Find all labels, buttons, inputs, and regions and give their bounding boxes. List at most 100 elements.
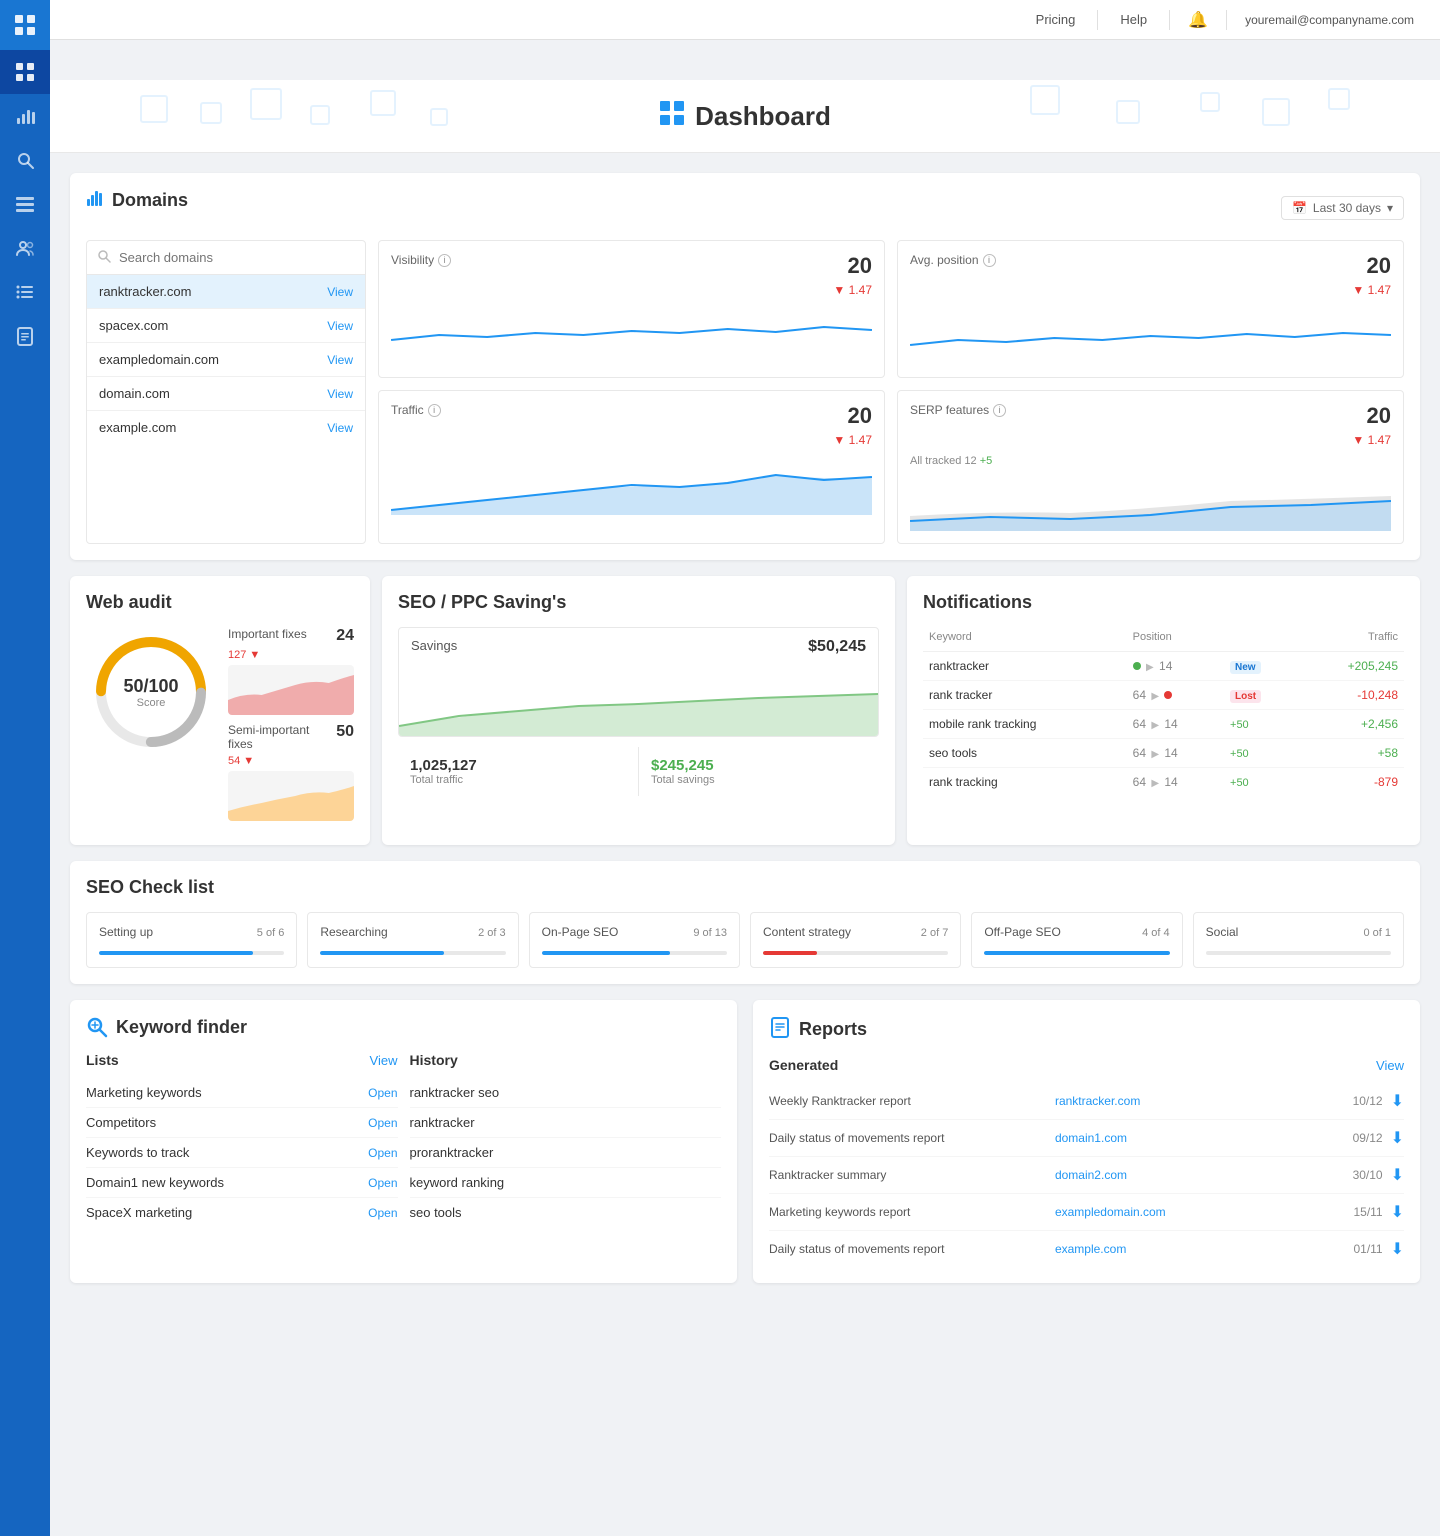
domain-row[interactable]: ranktracker.com View (87, 275, 365, 309)
rep-domain[interactable]: exampledomain.com (1055, 1205, 1263, 1219)
kf-history-item[interactable]: keyword ranking (410, 1168, 722, 1198)
avg-position-info-icon[interactable]: i (983, 254, 996, 267)
kf-history-item[interactable]: proranktracker (410, 1138, 722, 1168)
visibility-metric: Visibility i 20 ▼ 1.47 (378, 240, 885, 378)
domain-name: example.com (99, 420, 176, 435)
arrow-icon: ▶ (1146, 662, 1154, 673)
bottom-row: Keyword finder Lists View Marketing keyw… (70, 1000, 1420, 1283)
domain-row[interactable]: domain.com View (87, 377, 365, 411)
sidebar-item-users[interactable] (0, 226, 50, 270)
checklist-item-researching[interactable]: Researching 2 of 3 (307, 912, 518, 968)
notif-keyword: mobile rank tracking (923, 710, 1127, 739)
kf-list-name: Keywords to track (86, 1145, 189, 1160)
important-fixes-count: 24 (336, 627, 354, 645)
sidebar-logo[interactable] (0, 0, 50, 50)
checklist-title: SEO Check list (86, 877, 1404, 898)
domains-grid: ranktracker.com View spacex.com View exa… (86, 240, 1404, 544)
kf-open-marketing[interactable]: Open (368, 1086, 397, 1100)
sidebar-item-search[interactable] (0, 138, 50, 182)
check-social-bar (1206, 951, 1391, 955)
domain-view-link[interactable]: View (327, 387, 353, 401)
kf-open-keywords[interactable]: Open (368, 1146, 397, 1160)
calendar-icon: 📅 (1292, 201, 1307, 215)
check-off-page-progress: 4 of 4 (1142, 927, 1170, 939)
rep-domain[interactable]: domain1.com (1055, 1131, 1263, 1145)
domain-view-link[interactable]: View (327, 421, 353, 435)
domain-view-link[interactable]: View (327, 319, 353, 333)
bottom-panels: Web audit 50/100 Score (70, 576, 1420, 845)
domain-row[interactable]: spacex.com View (87, 309, 365, 343)
main-wrapper: Dashboard Domains (50, 40, 1440, 1303)
rep-domain[interactable]: example.com (1055, 1242, 1263, 1256)
dashboard-header: Dashboard (50, 80, 1440, 153)
lost-badge: Lost (1230, 690, 1261, 703)
nav-help[interactable]: Help (1106, 8, 1161, 31)
check-off-page-label: Off-Page SEO (984, 925, 1060, 939)
nav-pricing[interactable]: Pricing (1022, 8, 1090, 31)
sidebar-item-table[interactable] (0, 182, 50, 226)
arrow-icon: ▶ (1151, 720, 1159, 731)
kf-open-spacex[interactable]: Open (368, 1206, 397, 1220)
download-icon[interactable]: ⬇ (1391, 1091, 1404, 1111)
date-range-picker[interactable]: 📅 Last 30 days ▾ (1281, 196, 1404, 220)
ppc-stats: 1,025,127 Total traffic $245,245 Total s… (398, 747, 879, 796)
dot-icon (1164, 691, 1172, 699)
important-fixes-label: Important fixes (228, 627, 307, 645)
notif-col-position: Position (1127, 627, 1224, 652)
visibility-info-icon[interactable]: i (438, 254, 451, 267)
domain-name: domain.com (99, 386, 170, 401)
check-researching-fill (320, 951, 444, 955)
dashboard-title: Dashboard (695, 101, 831, 132)
notif-badge: +50 (1224, 710, 1298, 739)
sidebar-item-dashboard[interactable] (0, 50, 50, 94)
semi-fixes-count: 50 (336, 723, 354, 751)
checklist-item-setting-up[interactable]: Setting up 5 of 6 (86, 912, 297, 968)
kf-open-domain1[interactable]: Open (368, 1176, 397, 1190)
ppc-savings-total-value: $245,245 (651, 757, 867, 774)
domain-row[interactable]: example.com View (87, 411, 365, 444)
sidebar-item-analytics[interactable] (0, 94, 50, 138)
download-icon[interactable]: ⬇ (1391, 1239, 1404, 1259)
domain-row[interactable]: exampledomain.com View (87, 343, 365, 377)
notif-row: mobile rank tracking 64 ▶ 14 +50 +2,456 (923, 710, 1404, 739)
traffic-value: 20 (848, 403, 872, 429)
rep-domain[interactable]: ranktracker.com (1055, 1094, 1263, 1108)
dashboard-icon (659, 100, 685, 132)
download-icon[interactable]: ⬇ (1391, 1202, 1404, 1222)
kf-history-item[interactable]: ranktracker (410, 1108, 722, 1138)
checklist-item-off-page-seo[interactable]: Off-Page SEO 4 of 4 (971, 912, 1182, 968)
checklist-item-content-strategy[interactable]: Content strategy 2 of 7 (750, 912, 961, 968)
rep-date: 30/10 (1271, 1168, 1382, 1182)
check-setting-up-label: Setting up (99, 925, 153, 939)
visibility-header: Visibility i 20 (391, 253, 872, 279)
notif-row: ranktracker ▶ 14 New +205,245 (923, 652, 1404, 681)
sidebar-item-notes[interactable] (0, 314, 50, 358)
traffic-chart (391, 455, 872, 515)
check-setting-up-bar (99, 951, 284, 955)
domain-search-container (87, 241, 365, 275)
kf-lists-view[interactable]: View (370, 1053, 398, 1068)
kf-open-competitors[interactable]: Open (368, 1116, 397, 1130)
seo-checklist-section: SEO Check list Setting up 5 of 6 Researc… (70, 861, 1420, 984)
notif-traffic: +205,245 (1298, 652, 1404, 681)
user-menu[interactable]: youremail@companyname.com (1235, 9, 1424, 31)
reports-view-link[interactable]: View (1376, 1058, 1404, 1073)
check-off-page-bar (984, 951, 1169, 955)
traffic-info-icon[interactable]: i (428, 404, 441, 417)
reports-section: Reports Generated View Weekly Ranktracke… (753, 1000, 1420, 1283)
kf-history-item[interactable]: seo tools (410, 1198, 722, 1227)
sidebar-item-lists[interactable] (0, 270, 50, 314)
pos-badge: +50 (1230, 719, 1249, 731)
serp-info-icon[interactable]: i (993, 404, 1006, 417)
domain-view-link[interactable]: View (327, 285, 353, 299)
download-icon[interactable]: ⬇ (1391, 1128, 1404, 1148)
checklist-item-social[interactable]: Social 0 of 1 (1193, 912, 1404, 968)
kf-history-item[interactable]: ranktracker seo (410, 1078, 722, 1108)
domain-search-input[interactable] (119, 250, 355, 265)
domain-view-link[interactable]: View (327, 353, 353, 367)
download-icon[interactable]: ⬇ (1391, 1165, 1404, 1185)
checklist-item-on-page-seo[interactable]: On-Page SEO 9 of 13 (529, 912, 740, 968)
notification-bell-icon[interactable]: 🔔 (1178, 6, 1218, 34)
rep-domain[interactable]: domain2.com (1055, 1168, 1263, 1182)
kf-list-item: Domain1 new keywords Open (86, 1168, 398, 1198)
